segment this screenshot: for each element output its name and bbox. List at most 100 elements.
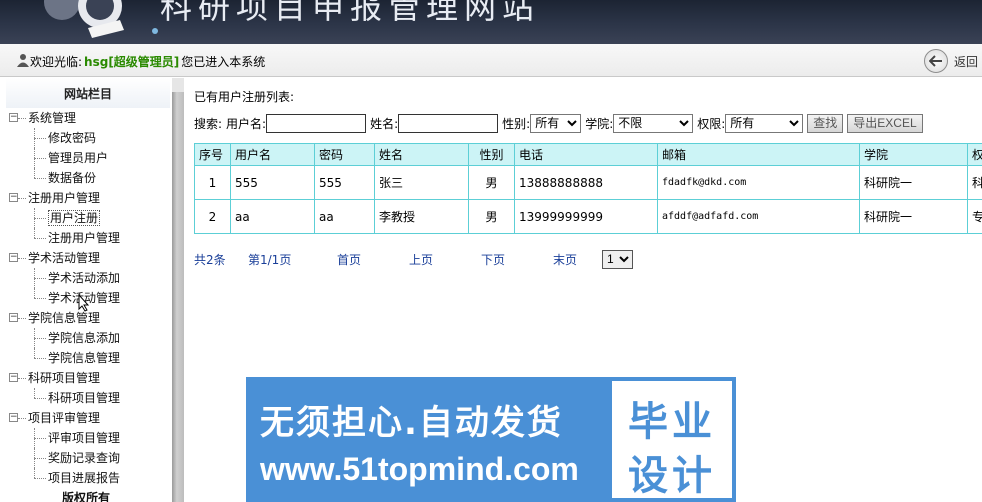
cell-index: 2 [194, 199, 231, 234]
cell-email: afddf@adfafd.com [657, 199, 860, 234]
sidebar-group-project-review[interactable]: − 项目评审管理 [6, 408, 170, 428]
permission-label: 权限: [697, 116, 726, 131]
cell-password: 555 [314, 165, 375, 200]
column-header: 用户名 [230, 143, 315, 166]
sidebar-item-activity-add[interactable]: 学术活动添加 [6, 268, 170, 288]
collapse-icon[interactable]: − [9, 373, 18, 382]
search-label: 搜索: [194, 116, 223, 131]
college-select[interactable]: 不限 [613, 113, 694, 133]
main-content: 已有用户注册列表: 搜索: 用户名: 姓名: 性别: 所有 学院: 不限 权限:… [184, 78, 982, 502]
cell-gender: 男 [468, 199, 515, 234]
watermark-banner: 无须担心.自动发货 www.51topmind.com 毕业 设计 [246, 377, 736, 502]
table-row: 1 555 555 张三 男 13888888888 fdadfk@dkd.co… [194, 165, 982, 200]
back-arrow-icon [924, 49, 948, 73]
sidebar-item-change-password[interactable]: 修改密码 [6, 128, 170, 148]
pager-total: 共2条 [194, 252, 226, 267]
sidebar-item-review-management[interactable]: 评审项目管理 [6, 428, 170, 448]
column-header: 序号 [194, 143, 231, 166]
cell-permission: 科研 [967, 165, 982, 200]
search-bar: 搜索: 用户名: 姓名: 性别: 所有 学院: 不限 权限: 所有 查找 导出E… [194, 112, 923, 134]
back-label: 返回 [954, 54, 979, 69]
name-input[interactable] [398, 113, 499, 133]
list-title: 已有用户注册列表: [194, 90, 295, 104]
column-header: 密码 [314, 143, 375, 166]
stamp-line1: 毕业 [628, 399, 716, 445]
collapse-icon[interactable]: − [9, 113, 18, 122]
pager-last-link[interactable]: 末页 [553, 251, 602, 268]
table-row: 2 aa aa 李教授 男 13999999999 afddf@adfafd.c… [194, 199, 982, 234]
column-header: 学院 [859, 143, 968, 166]
search-button[interactable]: 查找 [807, 113, 844, 133]
gender-label: 性别: [502, 116, 531, 131]
cell-permission: 专家 [967, 199, 982, 234]
user-icon [17, 54, 29, 67]
mouse-cursor-icon [78, 294, 90, 312]
splitter-top [172, 78, 184, 92]
welcome-prefix: 欢迎光临: [30, 55, 83, 69]
username-label: 用户名: [226, 116, 267, 131]
pager-next-link[interactable]: 下页 [481, 251, 553, 268]
column-header: 权限 [967, 143, 982, 166]
sidebar-item-progress-report[interactable]: 项目进展报告 [6, 468, 170, 488]
user-table: 序号 用户名 密码 姓名 性别 电话 邮箱 学院 权限 1 555 555 张三… [194, 143, 982, 234]
site-title: 科研项目申报管理网站 [160, 0, 541, 26]
sidebar-item-reward-query[interactable]: 奖励记录查询 [6, 448, 170, 468]
welcome-suffix: 您已进入本系统 [181, 55, 266, 69]
site-header: 科研项目申报管理网站 [0, 0, 982, 44]
sidebar: 网站栏目 − 系统管理 修改密码 管理员用户 数据备份 − 注册用户管理 用户注… [0, 78, 184, 502]
cell-index: 1 [194, 165, 231, 200]
sidebar-item-project-management[interactable]: 科研项目管理 [6, 388, 170, 408]
column-header: 电话 [514, 143, 658, 166]
page-select[interactable]: 1 [602, 249, 633, 269]
cell-username: aa [230, 199, 315, 234]
cell-name: 李教授 [374, 199, 469, 234]
back-button[interactable]: 返回 [924, 49, 978, 73]
cell-college: 科研院一 [859, 165, 968, 200]
watermark-stamp: 毕业 设计 [608, 377, 736, 502]
sidebar-splitter[interactable] [172, 78, 184, 502]
cell-phone: 13999999999 [514, 199, 658, 234]
sidebar-item-registered-user-management[interactable]: 注册用户管理 [6, 228, 170, 248]
permission-select[interactable]: 所有 [725, 113, 804, 133]
sidebar-item-user-register[interactable]: 用户注册 [6, 208, 170, 228]
username-input[interactable] [266, 113, 367, 133]
sidebar-item-admin-users[interactable]: 管理员用户 [6, 148, 170, 168]
stamp-line2: 设计 [628, 453, 716, 499]
name-label: 姓名: [370, 116, 399, 131]
sidebar-title: 网站栏目 [6, 78, 170, 108]
sidebar-group-research-projects[interactable]: − 科研项目管理 [6, 368, 170, 388]
cell-password: aa [314, 199, 375, 234]
cell-college: 科研院一 [859, 199, 968, 234]
cell-phone: 13888888888 [514, 165, 658, 200]
welcome-bar: 欢迎光临: hsg[超级管理员] 您已进入本系统 返回 [0, 44, 982, 77]
mascot-logo-icon [44, 0, 158, 38]
cell-email: fdadfk@dkd.com [657, 165, 860, 200]
sidebar-item-college-management[interactable]: 学院信息管理 [6, 348, 170, 368]
table-header-row: 序号 用户名 密码 姓名 性别 电话 邮箱 学院 权限 [194, 143, 982, 166]
welcome-text: 欢迎光临: hsg[超级管理员] 您已进入本系统 [30, 53, 265, 70]
pagination: 共2条 第1/1页 首页 上页 下页 末页 1 [194, 249, 633, 269]
collapse-icon[interactable]: − [9, 313, 18, 322]
collapse-icon[interactable]: − [9, 253, 18, 262]
column-header: 邮箱 [657, 143, 860, 166]
current-username: hsg[超级管理员] [84, 55, 180, 69]
gender-select[interactable]: 所有 [530, 113, 582, 133]
watermark-line1: 无须担心.自动发货 [260, 403, 563, 443]
cell-gender: 男 [468, 165, 515, 200]
collapse-icon[interactable]: − [9, 193, 18, 202]
export-excel-button[interactable]: 导出EXCEL [847, 113, 923, 133]
collapse-icon[interactable]: − [9, 413, 18, 422]
pager-first-link[interactable]: 首页 [337, 251, 409, 268]
sidebar-group-registered-users[interactable]: − 注册用户管理 [6, 188, 170, 208]
college-label: 学院: [585, 116, 614, 131]
cell-name: 张三 [374, 165, 469, 200]
pager-page-info: 第1/1页 [248, 252, 292, 267]
sidebar-item-data-backup[interactable]: 数据备份 [6, 168, 170, 188]
sidebar-group-system[interactable]: − 系统管理 [6, 108, 170, 128]
sidebar-item-college-add[interactable]: 学院信息添加 [6, 328, 170, 348]
watermark-url: www.51topmind.com [260, 451, 579, 487]
sidebar-menu: 网站栏目 − 系统管理 修改密码 管理员用户 数据备份 − 注册用户管理 用户注… [6, 78, 170, 502]
pager-prev-link[interactable]: 上页 [409, 251, 481, 268]
column-header: 姓名 [374, 143, 469, 166]
sidebar-group-academic-activities[interactable]: − 学术活动管理 [6, 248, 170, 268]
